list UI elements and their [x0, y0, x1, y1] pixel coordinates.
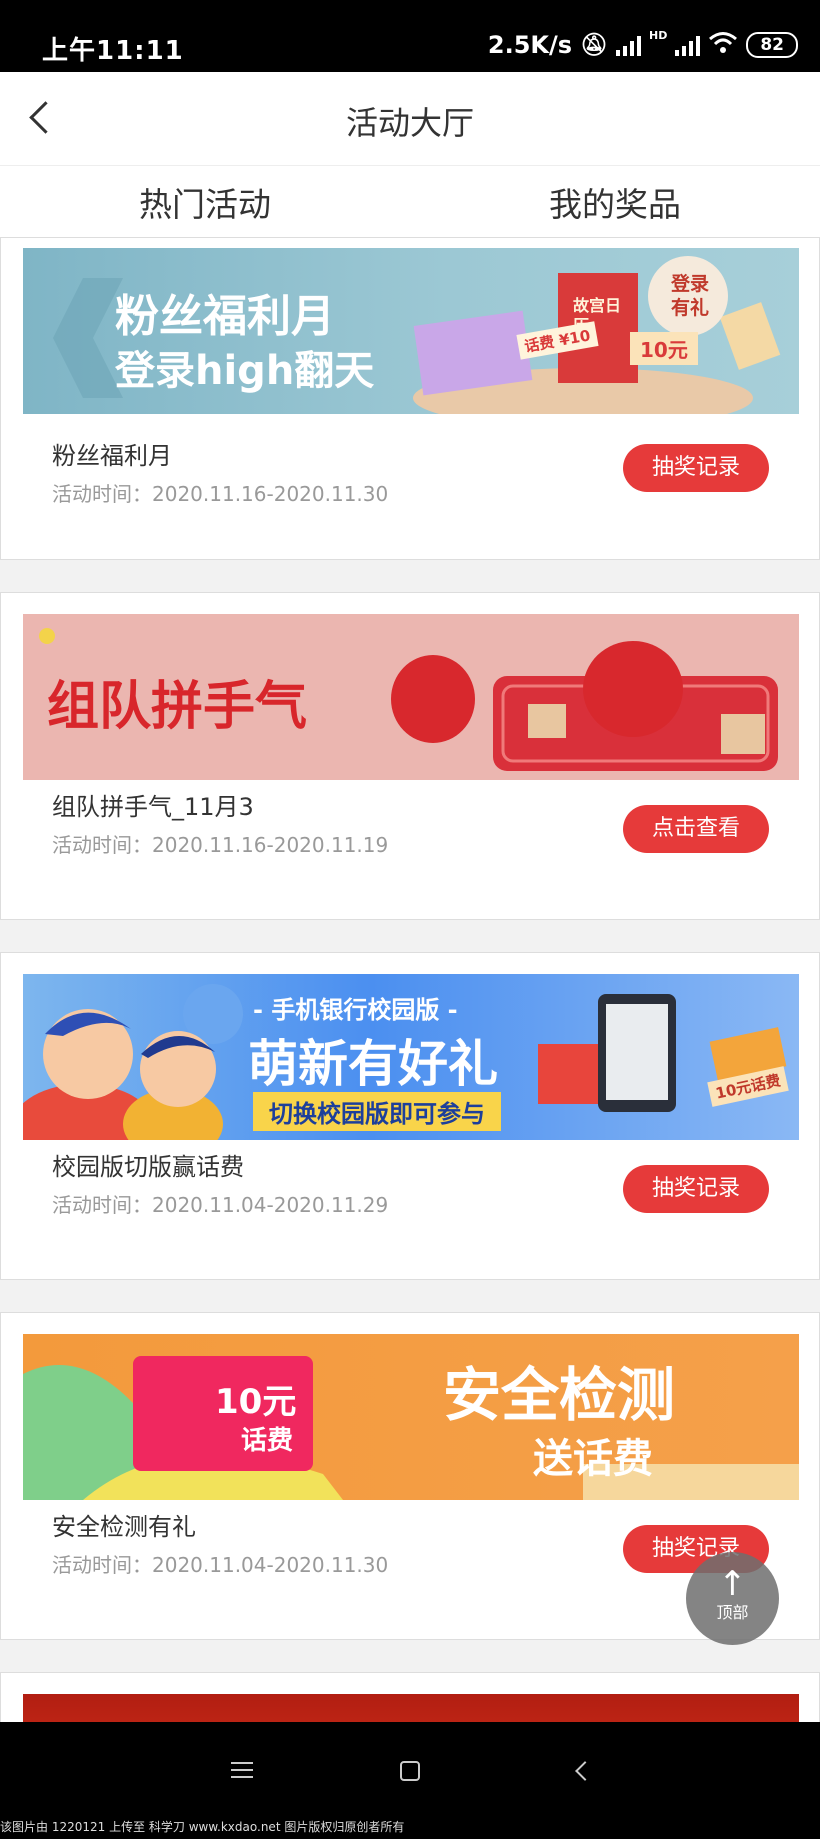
battery-indicator: 82	[746, 32, 798, 58]
banner-subtitle: 切换校园版即可参与	[253, 1092, 501, 1131]
banner-badge: 登录有礼	[670, 273, 709, 319]
lottery-record-button[interactable]: 抽奖记录	[623, 1165, 769, 1213]
banner-kicker: - 手机银行校园版 -	[253, 996, 458, 1024]
home-icon[interactable]	[400, 1761, 420, 1781]
banner-coupon: 10元	[630, 332, 698, 365]
activity-period: 活动时间：2020.11.04-2020.11.29	[52, 1193, 389, 1217]
activity-period: 活动时间：2020.11.16-2020.11.19	[52, 833, 389, 857]
banner-title: 组队拼手气	[47, 677, 308, 737]
banner-coupon-unit: 话费	[241, 1426, 294, 1456]
status-bar: 上午11:11 2.5K/s 🔕︎ HD 82	[0, 0, 820, 72]
activity-name: 安全检测有礼	[52, 1513, 196, 1541]
tab-hot-activities[interactable]: 热门活动	[0, 166, 410, 248]
banner-coupon-amount: 10元	[215, 1382, 297, 1422]
arrow-up-icon: ↑	[718, 1564, 747, 1604]
activity-banner[interactable]: 10元 话费 安全检测 送话费	[23, 1334, 799, 1500]
page-title: 活动大厅	[345, 104, 474, 142]
signal-icon	[615, 34, 641, 56]
menu-icon[interactable]	[231, 1762, 253, 1778]
app-screen: 活动大厅 热门活动 我的奖品 粉丝福利月 登录high翻天 故宫日历 话费 ¥1…	[0, 72, 820, 1722]
activity-name: 校园版切版赢话费	[52, 1153, 244, 1181]
activity-banner[interactable]: 组队拼手气	[23, 614, 799, 780]
banner-title: 安全检测	[443, 1361, 676, 1429]
status-time: 上午11:11	[42, 36, 184, 66]
back-icon[interactable]	[575, 1761, 595, 1781]
activity-period: 活动时间：2020.11.16-2020.11.30	[52, 482, 389, 506]
activity-banner[interactable]: - 手机银行校园版 - 萌新有好礼 切换校园版即可参与 10元话费	[23, 974, 799, 1140]
activity-card	[0, 1672, 820, 1722]
activity-period: 活动时间：2020.11.04-2020.11.30	[52, 1553, 389, 1577]
header-bar: 活动大厅	[0, 72, 820, 165]
network-speed: 2.5K/s	[487, 31, 573, 59]
banner-title: 粉丝福利月	[115, 291, 335, 342]
hd-label: HD	[648, 29, 668, 42]
activity-banner[interactable]	[23, 1694, 799, 1722]
activity-name: 组队拼手气_11月3	[52, 793, 254, 821]
tab-bar: 热门活动 我的奖品	[0, 165, 820, 248]
banner-title: 萌新有好礼	[248, 1035, 498, 1093]
banner-subtitle: 送话费	[533, 1436, 653, 1482]
system-nav-bar: 该图片由 1220121 上传至 科学刀 www.kxdao.net 图片版权归…	[0, 1722, 820, 1839]
banner-subtitle: 登录high翻天	[115, 348, 375, 394]
lottery-record-button[interactable]: 抽奖记录	[623, 444, 769, 492]
status-icons: 2.5K/s 🔕︎ HD 82	[488, 30, 798, 60]
mute-icon: 🔕︎	[580, 32, 608, 58]
activity-card: - 手机银行校园版 - 萌新有好礼 切换校园版即可参与 10元话费 校园版切版赢…	[0, 952, 820, 1280]
activity-card: 粉丝福利月 登录high翻天 故宫日历 话费 ¥10 登录有礼 10元 粉丝福利…	[0, 237, 820, 560]
signal-icon-2	[675, 34, 701, 56]
view-details-button[interactable]: 点击查看	[623, 805, 769, 853]
activity-name: 粉丝福利月	[52, 442, 172, 470]
back-to-top-button[interactable]: ↑ 顶部	[686, 1552, 779, 1645]
tab-my-prizes[interactable]: 我的奖品	[410, 166, 820, 246]
activity-banner[interactable]: 粉丝福利月 登录high翻天 故宫日历 话费 ¥10 登录有礼 10元	[23, 248, 799, 414]
activity-card: 组队拼手气 组队拼手气_11月3 活动时间：2020.11.16-2020.11…	[0, 592, 820, 920]
banner-art	[23, 1356, 799, 1500]
watermark: 该图片由 1220121 上传至 科学刀 www.kxdao.net 图片版权归…	[0, 1820, 405, 1834]
wifi-icon	[708, 30, 738, 60]
back-to-top-label: 顶部	[716, 1603, 749, 1622]
